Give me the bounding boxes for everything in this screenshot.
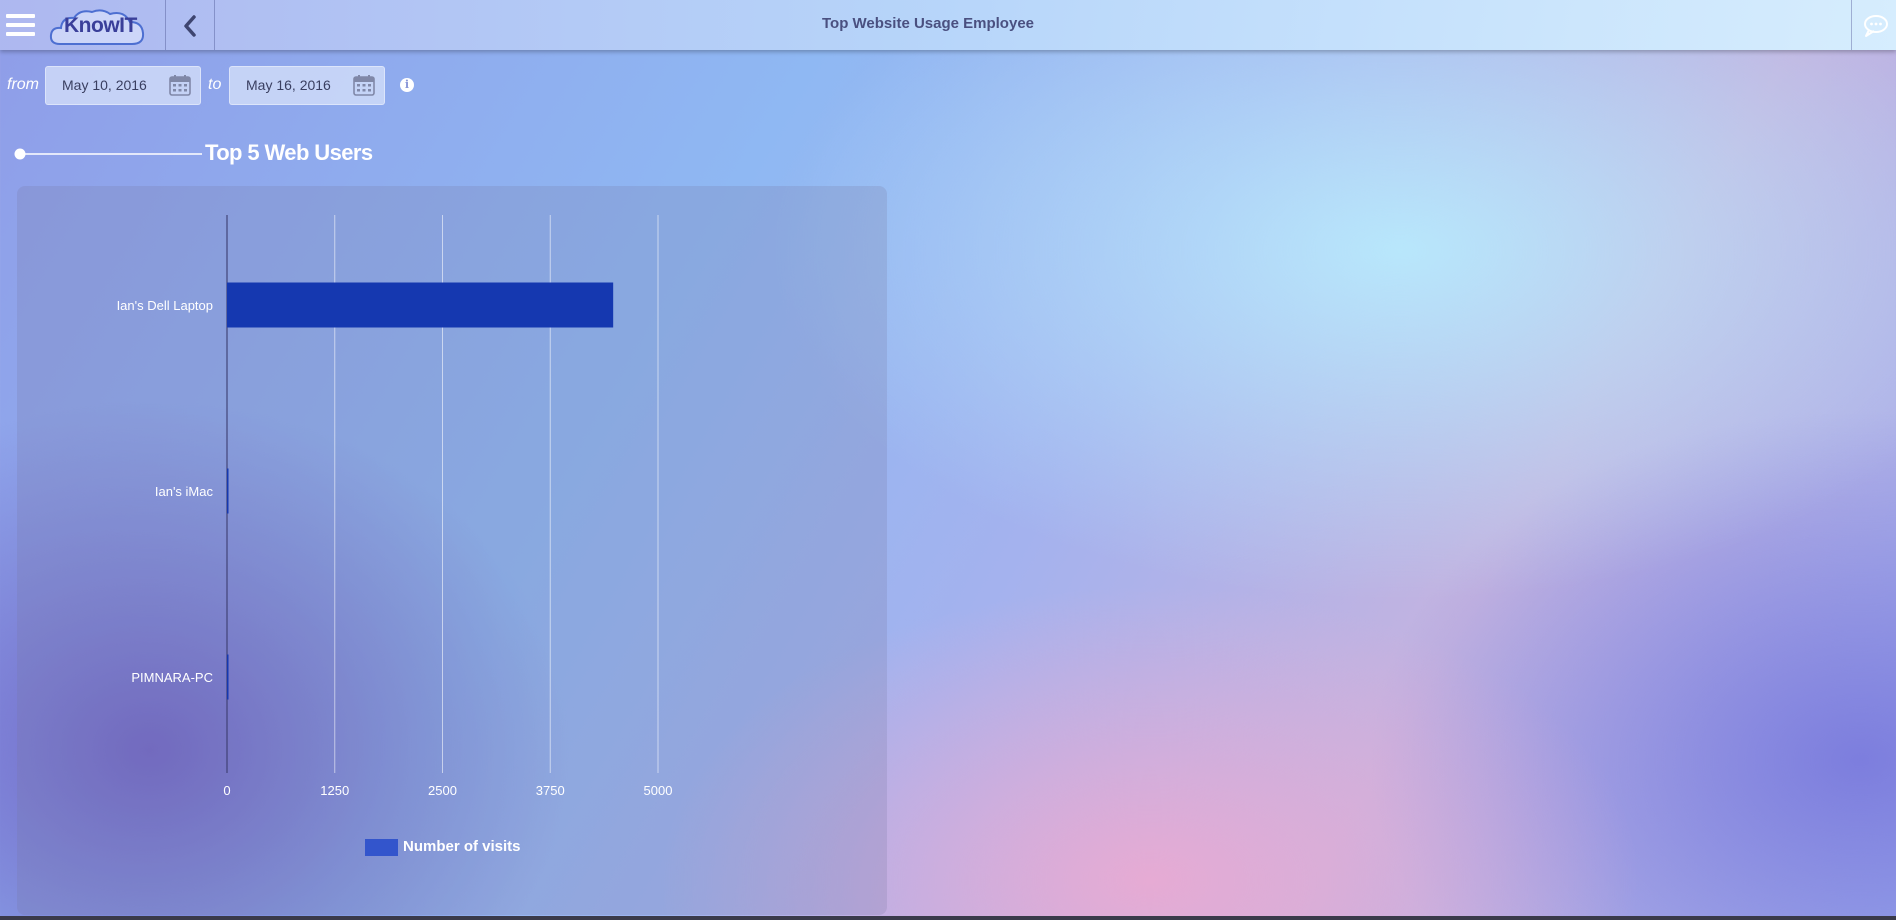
section-divider: [14, 148, 202, 160]
legend-swatch[interactable]: [365, 839, 398, 856]
x-tick-label: 5000: [644, 783, 673, 798]
y-category-label: Ian's Dell Laptop: [117, 298, 213, 313]
section-title: Top 5 Web Users: [205, 140, 373, 165]
from-label: from: [7, 76, 39, 93]
calendar-icon[interactable]: [168, 73, 192, 97]
hamburger-line: [6, 32, 35, 36]
x-tick-label: 1250: [320, 783, 349, 798]
chat-bubble-icon: [1864, 15, 1888, 37]
x-tick-label: 3750: [536, 783, 565, 798]
chat-button[interactable]: [1851, 0, 1896, 50]
chart-panel: 0 1250 2500 3750 5000 Ian's Dell Laptop Ian's …: [17, 186, 887, 915]
y-category-label: Ian's iMac: [155, 484, 214, 499]
x-tick-label: 0: [223, 783, 230, 798]
bar-chart: 0 1250 2500 3750 5000 Ian's Dell Laptop Ian's …: [117, 215, 673, 798]
to-label: to: [208, 76, 222, 93]
to-date-input[interactable]: May 16, 2016: [229, 66, 385, 105]
to-date-value: May 16, 2016: [246, 77, 331, 93]
info-icon[interactable]: i: [400, 78, 414, 92]
bar: [227, 654, 229, 700]
legend-label[interactable]: Number of visits: [403, 838, 521, 855]
calendar-icon[interactable]: [352, 73, 376, 97]
y-category-label: PIMNARA-PC: [131, 670, 213, 685]
from-date-value: May 10, 2016: [62, 77, 147, 93]
from-date-input[interactable]: May 10, 2016: [45, 66, 201, 105]
bar: [227, 468, 229, 514]
page-title: Top Website Usage Employee: [822, 15, 1034, 32]
bottom-strip: [0, 916, 1896, 920]
top-bar: KnowIT Top Website Usage Employee: [0, 0, 1896, 50]
bar: [227, 282, 614, 328]
x-tick-label: 2500: [428, 783, 457, 798]
